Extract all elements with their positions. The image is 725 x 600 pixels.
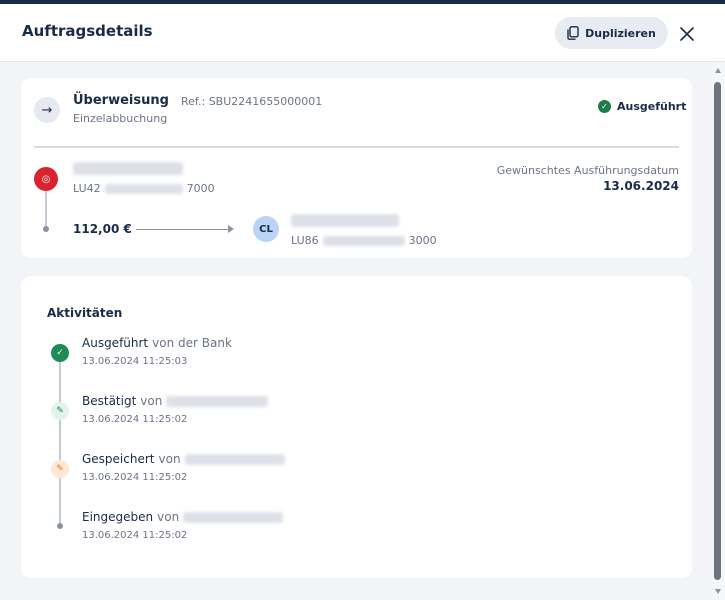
activity-by: von (140, 394, 163, 408)
transaction-card: → Überweisung Einzelabbuchung Ref.: SBU2… (21, 78, 692, 258)
copy-icon (567, 26, 579, 40)
scroll-down-arrow-icon[interactable] (715, 589, 721, 594)
activity-time: 13.06.2024 11:25:02 (82, 414, 188, 425)
activity-item: Ausgeführt von der Bank 13.06.2024 11:25… (82, 336, 232, 367)
receiver-iban-prefix: LU86 (291, 234, 319, 247)
execution-date-value: 13.06.2024 (603, 179, 679, 193)
sender-iban-redacted (104, 183, 183, 194)
receiver-iban-redacted (322, 235, 405, 246)
transaction-type: Überweisung (73, 93, 169, 108)
activity-item: Eingegeben von 13.06.2024 11:25:02 (82, 510, 284, 541)
user-name-redacted (184, 453, 285, 465)
flow-arrow (136, 229, 232, 230)
activity-item: Gespeichert von 13.06.2024 11:25:02 (82, 452, 285, 483)
duplicate-button[interactable]: Duplizieren (555, 17, 668, 49)
activities-card: Aktivitäten ✓ Ausgeführt von der Bank 13… (21, 276, 692, 578)
scroll-up-arrow-icon[interactable] (715, 68, 721, 73)
activity-time: 13.06.2024 11:25:02 (82, 472, 188, 483)
bank-logo-icon: ◎ (34, 167, 58, 191)
pen-icon: ✎ (51, 402, 69, 420)
timeline-line (59, 353, 61, 525)
scrollbar-thumb[interactable] (714, 82, 721, 580)
user-name-redacted (166, 395, 269, 407)
execution-date-label: Gewünschtes Ausführungsdatum (496, 164, 679, 177)
activity-verb: Bestätigt (82, 394, 137, 408)
user-name-redacted (183, 511, 284, 523)
close-icon[interactable] (679, 26, 695, 42)
activity-verb: Gespeichert (82, 452, 155, 466)
dialog-content: → Überweisung Einzelabbuchung Ref.: SBU2… (0, 62, 711, 600)
flow-connector-dot (43, 226, 49, 232)
arrow-right-icon: → (34, 97, 60, 123)
activity-verb: Ausgeführt (82, 336, 149, 350)
sender-iban-suffix: 7000 (186, 182, 215, 195)
flow-connector (45, 191, 47, 227)
check-circle-icon: ✓ (51, 344, 69, 362)
transaction-amount: 112,00 € (73, 222, 132, 236)
timeline-end-dot (57, 523, 63, 529)
sender-name-redacted (73, 162, 183, 175)
sender-iban: LU42 7000 (73, 182, 215, 195)
activity-by: von (157, 510, 180, 524)
status-label: Ausgeführt (617, 100, 687, 113)
activity-time: 13.06.2024 11:25:02 (82, 530, 188, 541)
activity-by: von der Bank (152, 336, 232, 350)
activity-verb: Eingegeben (82, 510, 154, 524)
divider (34, 146, 679, 148)
receiver-avatar: CL (253, 216, 279, 242)
activity-by: von (158, 452, 181, 466)
receiver-name-redacted (291, 214, 399, 227)
transaction-subtype: Einzelabbuchung (73, 112, 168, 125)
scrollbar[interactable] (711, 62, 725, 600)
duplicate-button-label: Duplizieren (585, 26, 656, 40)
arrow-head-icon (228, 225, 234, 233)
dialog-header: Auftragsdetails Duplizieren (0, 4, 725, 62)
dialog-title: Auftragsdetails (22, 22, 153, 40)
status-badge: ✓ Ausgeführt (598, 100, 686, 113)
activity-item: Bestätigt von 13.06.2024 11:25:02 (82, 394, 269, 425)
check-circle-icon: ✓ (598, 100, 611, 113)
activities-title: Aktivitäten (47, 306, 123, 320)
pen-icon: ✎ (51, 460, 69, 478)
transaction-reference: Ref.: SBU2241655000001 (181, 95, 323, 108)
activity-time: 13.06.2024 11:25:03 (82, 356, 188, 367)
receiver-iban: LU86 3000 (291, 234, 437, 247)
receiver-iban-suffix: 3000 (408, 234, 437, 247)
sender-iban-prefix: LU42 (73, 182, 101, 195)
